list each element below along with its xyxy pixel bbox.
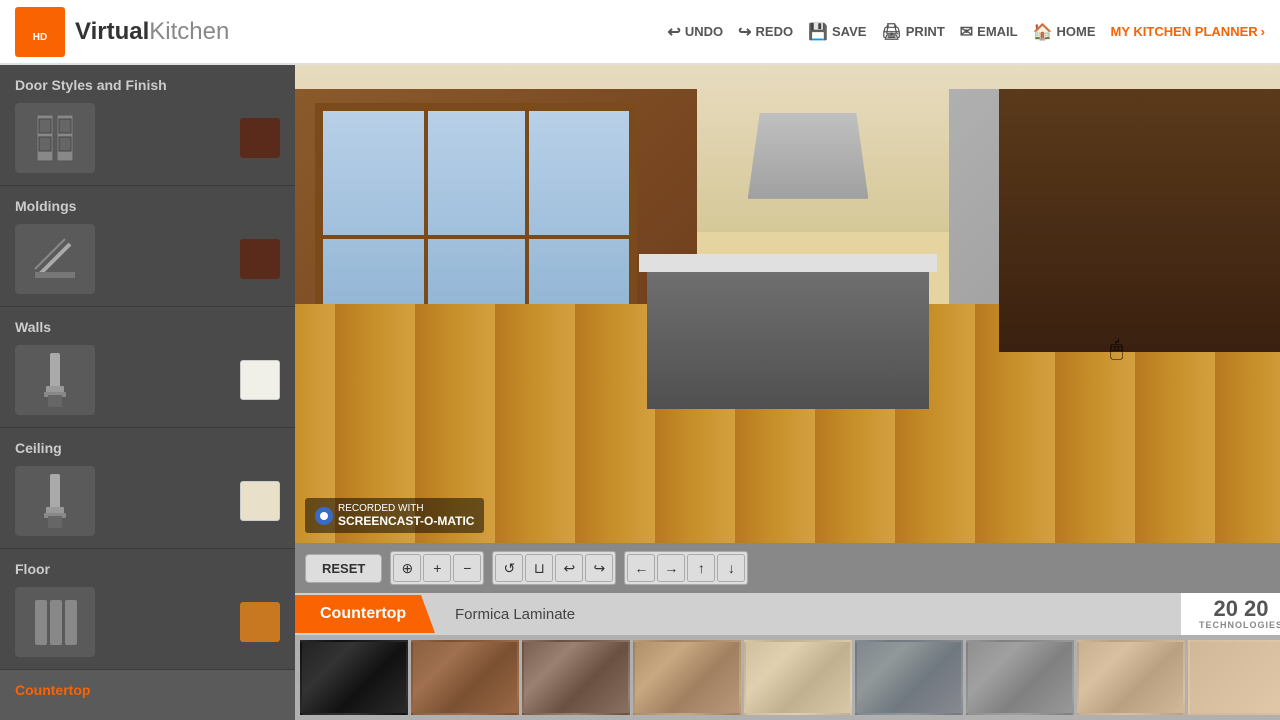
countertop-label: Countertop [15,682,280,698]
flip-button[interactable]: ⊔ [525,554,553,582]
ceiling-icon [15,466,95,536]
kitchen-preview: RECORDED WITH SCREENCAST-O-MATIC 🖱 [295,65,1280,543]
undo-button[interactable]: ↩ UNDO [667,22,723,42]
rotate-left-button[interactable]: ↺ [495,554,523,582]
save-button[interactable]: 💾 SAVE [808,22,866,42]
door-styles-content [15,103,280,173]
home-depot-logo[interactable]: HD [15,7,65,57]
swatch-light-beige[interactable] [744,640,852,715]
email-icon: ✉ [960,22,973,42]
chevron-right-icon: › [1261,24,1265,39]
redo-icon: ↪ [738,22,751,42]
main-layout: Door Styles and Finish Moldings [0,65,1280,720]
screencast-watermark: RECORDED WITH SCREENCAST-O-MATIC [305,498,484,533]
2020-technologies-logo: 20 20 TECHNOLOGIES [1181,593,1280,635]
walls-content [15,345,280,415]
zoom-out-button[interactable]: − [453,554,481,582]
sidebar: Door Styles and Finish Moldings [0,65,295,720]
my-kitchen-planner-button[interactable]: MY KITCHEN PLANNER › [1111,24,1265,39]
swatch-gray-brown[interactable] [522,640,630,715]
floor-title: Floor [15,561,280,577]
countertop-icon [15,708,95,720]
swatch-brown-granite[interactable] [411,640,519,715]
zoom-in-button[interactable]: + [423,554,451,582]
pan-left-button[interactable]: ← [627,554,655,582]
undo-rotate-button[interactable]: ↩ [555,554,583,582]
door-styles-title: Door Styles and Finish [15,77,280,93]
swatch-warm-beige[interactable] [1077,640,1185,715]
floor-icon [15,587,95,657]
scene-hood-vent [748,113,869,199]
swatch-partial[interactable] [1188,640,1280,715]
ceiling-title: Ceiling [15,440,280,456]
swatches-bar [295,635,1280,720]
sidebar-section-door-styles[interactable]: Door Styles and Finish [0,65,295,186]
print-button[interactable]: 🖨 PRINT [881,22,944,42]
moldings-color[interactable] [240,239,280,279]
countertop-tab[interactable]: Countertop [295,595,435,633]
print-icon: 🖨 [881,22,901,42]
kitchen-scene: RECORDED WITH SCREENCAST-O-MATIC 🖱 [295,65,1280,543]
home-button[interactable]: 🏠 HOME [1033,22,1096,42]
swatch-medium-gray[interactable] [966,640,1074,715]
app-title: VirtualKitchen [75,18,229,46]
sidebar-section-moldings[interactable]: Moldings [0,186,295,307]
scene-island-countertop [639,254,938,271]
sidebar-section-ceiling[interactable]: Ceiling [0,428,295,549]
pan-controls: ← → ↑ ↓ [624,551,748,585]
sidebar-section-countertop[interactable]: Countertop [0,670,295,720]
bottom-bar: Countertop Formica Laminate 20 20 TECHNO… [295,593,1280,635]
pan-up-button[interactable]: ↑ [687,554,715,582]
door-styles-color[interactable] [240,118,280,158]
header-nav: ↩ UNDO ↪ REDO 💾 SAVE 🖨 PRINT ✉ EMAIL 🏠 H… [667,22,1265,42]
screencast-text: RECORDED WITH SCREENCAST-O-MATIC [338,503,474,528]
screencast-icon [315,507,333,525]
material-label: Formica Laminate [435,596,595,633]
scene-right-cabinets [999,89,1280,352]
undo-icon: ↩ [667,22,680,42]
pan-right-button[interactable]: → [657,554,685,582]
swatch-dark-granite[interactable] [300,640,408,715]
redo-button[interactable]: ↪ REDO [738,22,793,42]
ceiling-color[interactable] [240,481,280,521]
header: HD VirtualKitchen ↩ UNDO ↪ REDO 💾 SAVE 🖨… [0,0,1280,65]
walls-title: Walls [15,319,280,335]
save-icon: 💾 [808,22,828,42]
control-bar: RESET ⊕ + − ↺ ⊔ ↩ ↪ ← → ↑ ↓ [295,543,1280,593]
sidebar-section-walls[interactable]: Walls [0,307,295,428]
content-area: RECORDED WITH SCREENCAST-O-MATIC 🖱 RESET… [295,65,1280,720]
walls-color[interactable] [240,360,280,400]
tab-area: Countertop Formica Laminate [295,593,1181,635]
logo-area: HD VirtualKitchen [15,7,229,57]
moldings-content [15,224,280,294]
svg-text:HD: HD [33,32,47,43]
pan-down-button[interactable]: ↓ [717,554,745,582]
rotate-controls: ↺ ⊔ ↩ ↪ [492,551,616,585]
floor-color[interactable] [240,602,280,642]
moldings-title: Moldings [15,198,280,214]
redo-rotate-button[interactable]: ↪ [585,554,613,582]
moldings-icon [15,224,95,294]
floor-content [15,587,280,657]
sidebar-section-floor[interactable]: Floor [0,549,295,670]
home-icon: 🏠 [1033,22,1053,42]
countertop-content [15,708,280,720]
zoom-fit-button[interactable]: ⊕ [393,554,421,582]
email-button[interactable]: ✉ EMAIL [960,22,1018,42]
scene-kitchen-island [647,266,929,409]
zoom-controls: ⊕ + − [390,551,484,585]
swatch-slate-gray[interactable] [855,640,963,715]
reset-button[interactable]: RESET [305,554,382,583]
ceiling-content [15,466,280,536]
door-styles-icon [15,103,95,173]
swatch-tan-granite[interactable] [633,640,741,715]
window-grid-horizontal [323,235,629,239]
walls-icon [15,345,95,415]
